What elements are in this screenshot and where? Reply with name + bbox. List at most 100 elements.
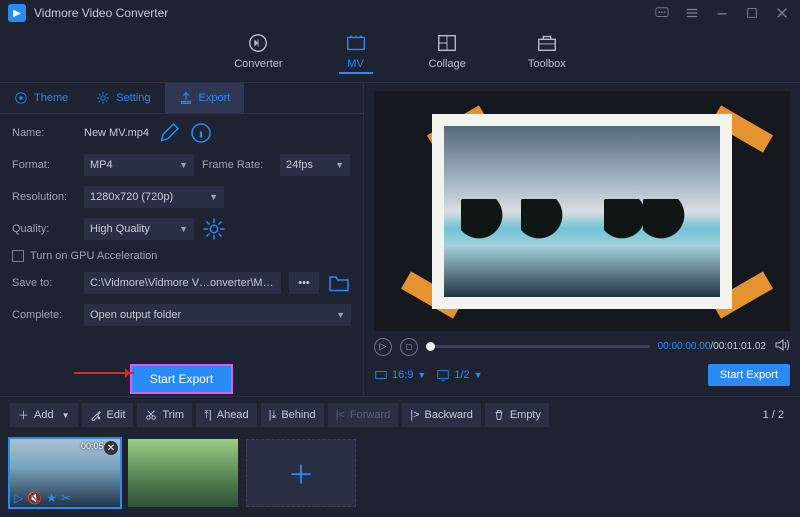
minimize-icon[interactable] [712,5,732,21]
empty-button[interactable]: Empty [485,403,549,427]
chevron-down-icon: ▼ [62,411,70,420]
forward-label: Forward [350,409,390,421]
edit-label: Edit [107,409,126,421]
format-select[interactable]: MP4 ▼ [84,154,194,176]
subtab-setting-label: Setting [116,92,150,104]
aspect-ratio-select[interactable]: 16:9 ▼ [374,368,426,382]
quality-settings-icon[interactable] [202,218,226,240]
preview-canvas [374,91,790,331]
backward-button[interactable]: |>Backward [402,403,481,427]
tab-mv-label: MV [347,58,364,70]
behind-button[interactable]: |⤓Behind [261,403,324,427]
edit-button[interactable]: Edit [82,403,134,427]
app-logo: ▶ [8,4,26,22]
format-label: Format: [12,159,76,171]
open-folder-icon[interactable] [327,272,351,294]
feedback-icon[interactable] [652,5,672,21]
backward-label: Backward [425,409,473,421]
time-elapsed: 00:00:00.00 [658,341,711,352]
quality-value: High Quality [90,223,150,235]
saveto-field[interactable]: C:\Vidmore\Vidmore V…onverter\MV Exporte… [84,272,281,294]
ahead-button[interactable]: ⤒|Ahead [196,403,257,427]
saveto-value: C:\Vidmore\Vidmore V…onverter\MV Exporte… [90,277,275,289]
checkbox-icon [12,250,24,262]
trim-label: Trim [162,409,184,421]
chevron-down-icon: ▼ [209,192,218,202]
subtab-theme-label: Theme [34,92,68,104]
gpu-label: Turn on GPU Acceleration [30,250,157,262]
maximize-icon[interactable] [742,5,762,21]
gpu-checkbox[interactable]: Turn on GPU Acceleration [12,250,157,262]
time-duration: /00:01:01.02 [710,341,766,352]
add-clip-placeholder[interactable]: ＋ [246,439,356,507]
annotation-arrow [74,372,134,374]
name-label: Name: [12,127,76,139]
tab-converter-label: Converter [234,58,282,70]
framerate-label: Frame Rate: [202,159,272,171]
edit-name-icon[interactable] [157,122,181,144]
play-icon[interactable]: ▷ [14,491,23,505]
info-icon[interactable] [189,122,213,144]
thumbnail-strip: 00:05:31 ✕ ▷ 🔇 ★ ✂ ＋ [0,433,800,517]
chevron-down-icon: ▼ [179,160,188,170]
subtab-theme[interactable]: Theme [0,83,82,113]
resolution-select[interactable]: 1280x720 (720p) ▼ [84,186,224,208]
clip-thumbnail[interactable] [128,439,238,507]
ratio-bar: 16:9 ▼ 1/2 ▼ Start Export [374,362,790,388]
chevron-down-icon: ▼ [336,310,345,320]
tab-collage[interactable]: Collage [423,30,472,74]
clip-thumbnail[interactable]: 00:05:31 ✕ ▷ 🔇 ★ ✂ [10,439,120,507]
top-nav: Converter MV Collage Toolbox [0,26,800,83]
start-export-button[interactable]: Start Export [130,364,233,394]
subtab-export-label: Export [199,92,231,104]
resolution-label: Resolution: [12,191,76,203]
forward-button[interactable]: |<Forward [328,403,399,427]
tab-converter[interactable]: Converter [228,30,288,74]
plus-icon: ＋ [288,455,314,492]
tab-mv[interactable]: MV [339,30,373,74]
star-icon[interactable]: ★ [46,491,57,505]
export-panel: Theme Setting Export Name: New MV.mp4 Fo… [0,83,364,396]
mute-icon[interactable]: 🔇 [27,491,42,505]
complete-value: Open output folder [90,309,181,321]
remove-clip-icon[interactable]: ✕ [104,441,118,455]
close-icon[interactable] [772,5,792,21]
subtab-export[interactable]: Export [165,83,245,113]
photo-frame [432,114,732,309]
subtab-setting[interactable]: Setting [82,83,164,113]
chevron-down-icon: ▼ [335,160,344,170]
aspect-value: 16:9 [392,369,413,381]
add-label: Add [34,409,54,421]
complete-select[interactable]: Open output folder ▼ [84,304,351,326]
stop-button[interactable]: □ [400,338,418,356]
chevron-down-icon: ▼ [417,370,426,380]
framerate-select[interactable]: 24fps ▼ [280,154,350,176]
tab-toolbox[interactable]: Toolbox [522,30,572,74]
zoom-select[interactable]: 1/2 ▼ [436,368,482,382]
chevron-down-icon: ▼ [474,370,483,380]
complete-label: Complete: [12,309,76,321]
start-export-button-side[interactable]: Start Export [708,364,790,386]
seek-slider[interactable] [426,345,650,348]
empty-label: Empty [510,409,541,421]
chevron-down-icon: ▼ [179,224,188,234]
name-value: New MV.mp4 [84,127,149,139]
behind-label: Behind [281,409,315,421]
menu-icon[interactable] [682,5,702,21]
format-value: MP4 [90,159,113,171]
preview-pane: ▷ □ 00:00:00.00/00:01:01.02 16:9 ▼ 1/2 ▼… [364,83,800,396]
quality-label: Quality: [12,223,76,235]
play-button[interactable]: ▷ [374,338,392,356]
browse-button[interactable]: ••• [289,272,319,294]
tab-toolbox-label: Toolbox [528,58,566,70]
cut-icon[interactable]: ✂ [61,491,71,505]
quality-select[interactable]: High Quality ▼ [84,218,194,240]
resolution-value: 1280x720 (720p) [90,191,173,203]
framerate-value: 24fps [286,159,313,171]
page-indicator: 1 / 2 [763,409,790,421]
zoom-value: 1/2 [454,369,469,381]
trim-button[interactable]: Trim [137,403,192,427]
add-button[interactable]: ＋Add▼ [10,403,78,427]
title-bar: ▶ Vidmore Video Converter [0,0,800,26]
volume-icon[interactable] [774,337,790,356]
